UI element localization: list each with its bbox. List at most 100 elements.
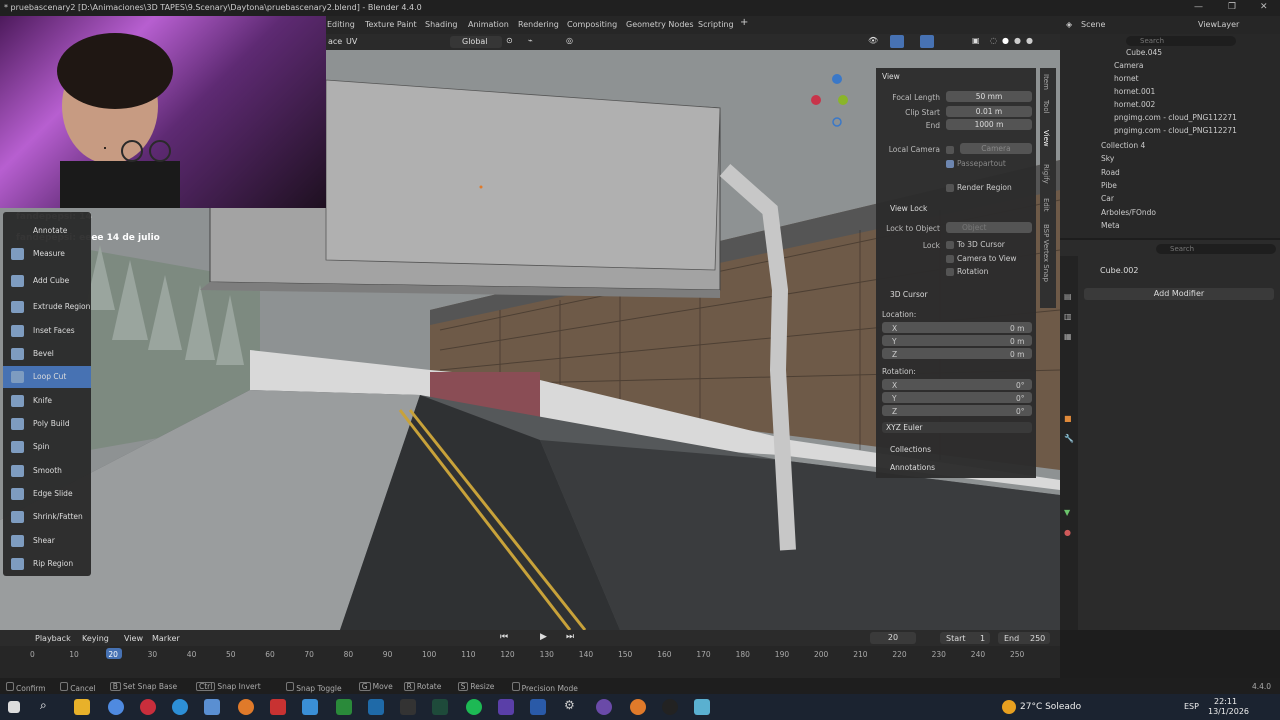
tool-measure[interactable]: Measure bbox=[3, 243, 91, 265]
tool-knife[interactable]: Knife bbox=[3, 390, 91, 412]
close-icon[interactable]: ✕ bbox=[1260, 0, 1268, 15]
tool-poly-build[interactable]: Poly Build bbox=[3, 413, 91, 435]
viewlayer-name[interactable]: ViewLayer bbox=[1198, 20, 1239, 29]
shading-material-icon[interactable]: ● bbox=[1014, 36, 1021, 45]
play-icon[interactable]: ▶ bbox=[540, 632, 547, 642]
snap-icon[interactable]: ⌁ bbox=[528, 36, 533, 45]
weather-text[interactable]: 27°C Soleado bbox=[1020, 702, 1081, 712]
transform-orientation-dropdown[interactable]: Global bbox=[450, 36, 502, 48]
jump-start-icon[interactable]: ⏮ bbox=[500, 632, 508, 642]
blender-active-icon[interactable] bbox=[630, 699, 646, 715]
start-icon[interactable] bbox=[8, 701, 20, 713]
output-props-icon[interactable]: ▦ bbox=[1064, 332, 1072, 341]
lock-object-field[interactable]: Object bbox=[946, 222, 1032, 233]
jump-end-icon[interactable]: ⏭ bbox=[566, 632, 574, 642]
gizmo-toggle-icon[interactable] bbox=[890, 35, 904, 48]
tool-shear[interactable]: Shear bbox=[3, 530, 91, 552]
minimize-icon[interactable]: — bbox=[1194, 0, 1203, 15]
render-props-icon[interactable]: ▥ bbox=[1064, 312, 1072, 321]
tab-edit[interactable]: Edit bbox=[1042, 198, 1050, 212]
tab-editing[interactable]: Editing bbox=[327, 20, 355, 29]
tool-edge-slide[interactable]: Edge Slide bbox=[3, 483, 91, 505]
outliner-row[interactable]: pngimg.com - cloud_PNG112271 bbox=[1060, 124, 1280, 137]
pycharm-icon[interactable] bbox=[336, 699, 352, 715]
tool-loop-cut[interactable]: Loop Cut bbox=[3, 366, 91, 388]
shading-solid-icon[interactable]: ● bbox=[1002, 36, 1009, 45]
playback-menu[interactable]: Playback bbox=[35, 634, 71, 643]
menu-face[interactable]: ace bbox=[328, 37, 342, 46]
tool-extrude-region[interactable]: Extrude Region bbox=[3, 296, 91, 318]
keying-menu[interactable]: Keying bbox=[82, 634, 109, 643]
cursor-rz-field[interactable] bbox=[882, 405, 1032, 416]
tool-props-icon[interactable]: ▤ bbox=[1064, 292, 1072, 301]
overlay-toggle-icon[interactable] bbox=[920, 35, 934, 48]
language-indicator[interactable]: ESP bbox=[1184, 702, 1199, 711]
scene-name[interactable]: Scene bbox=[1081, 20, 1105, 29]
word-icon[interactable] bbox=[530, 699, 546, 715]
panel-view-lock-header[interactable]: View Lock bbox=[890, 204, 927, 213]
app-icon[interactable] bbox=[596, 699, 612, 715]
tab-rendering[interactable]: Rendering bbox=[518, 20, 559, 29]
outliner-row[interactable]: hornet bbox=[1060, 72, 1280, 85]
tab-texture-paint[interactable]: Texture Paint bbox=[365, 20, 417, 29]
panel-collections-header[interactable]: Collections bbox=[890, 445, 931, 454]
app-icon[interactable] bbox=[400, 699, 416, 715]
camera-to-view-checkbox[interactable] bbox=[946, 255, 954, 263]
maximize-icon[interactable]: ❐ bbox=[1228, 0, 1236, 15]
tab-item[interactable]: Item bbox=[1042, 74, 1050, 90]
current-frame-field[interactable]: 20 bbox=[870, 632, 916, 644]
outliner-row[interactable]: pngimg.com - cloud_PNG112271 bbox=[1060, 111, 1280, 124]
app-icon[interactable] bbox=[270, 699, 286, 715]
object-props-icon[interactable]: ■ bbox=[1064, 414, 1072, 423]
outliner-row[interactable]: hornet.002 bbox=[1060, 98, 1280, 111]
edge-icon[interactable] bbox=[172, 699, 188, 715]
timeline-view-menu[interactable]: View bbox=[124, 634, 143, 643]
cursor-rx-field[interactable] bbox=[882, 379, 1032, 390]
tool-bevel[interactable]: Bevel bbox=[3, 343, 91, 365]
tool-inset-faces[interactable]: Inset Faces bbox=[3, 320, 91, 342]
tab-compositing[interactable]: Compositing bbox=[567, 20, 617, 29]
tab-animation[interactable]: Animation bbox=[468, 20, 509, 29]
passepartout-checkbox[interactable] bbox=[946, 160, 954, 168]
rotation-mode-dropdown[interactable]: XYZ Euler bbox=[882, 422, 1032, 433]
tool-annotate[interactable]: Annotate bbox=[3, 220, 91, 242]
outliner-row[interactable]: Meta bbox=[1060, 219, 1280, 232]
cursor-ry-field[interactable] bbox=[882, 392, 1032, 403]
settings-icon[interactable]: ⚙ bbox=[564, 698, 580, 714]
tab-tool[interactable]: Tool bbox=[1042, 100, 1050, 114]
obs-icon[interactable] bbox=[662, 699, 678, 715]
pivot-icon[interactable]: ⊙ bbox=[506, 36, 513, 45]
app-icon[interactable] bbox=[204, 699, 220, 715]
outliner-row[interactable]: Road bbox=[1060, 166, 1280, 179]
properties-search[interactable]: Search bbox=[1156, 244, 1276, 254]
clock-date[interactable]: 13/1/2026 bbox=[1208, 707, 1249, 716]
render-region-checkbox[interactable] bbox=[946, 184, 954, 192]
tab-scripting[interactable]: Scripting bbox=[698, 20, 734, 29]
clip-end-field[interactable]: 1000 m bbox=[946, 119, 1032, 130]
clip-start-field[interactable]: 0.01 m bbox=[946, 106, 1032, 117]
outliner-row[interactable]: Pibe bbox=[1060, 179, 1280, 192]
tab-shading[interactable]: Shading bbox=[425, 20, 458, 29]
add-workspace-icon[interactable]: + bbox=[740, 17, 748, 28]
blender-icon[interactable] bbox=[238, 699, 254, 715]
to-3d-cursor-checkbox[interactable] bbox=[946, 241, 954, 249]
app-icon[interactable] bbox=[694, 699, 710, 715]
shading-wireframe-icon[interactable]: ◌ bbox=[990, 36, 997, 45]
panel-view-header[interactable]: View bbox=[882, 72, 900, 81]
local-camera-checkbox[interactable] bbox=[946, 146, 954, 154]
outliner-row[interactable]: Collection 4 bbox=[1060, 139, 1280, 152]
xray-icon[interactable]: ▣ bbox=[972, 36, 980, 45]
timeline[interactable]: 0 10 20 30 40 50 60 70 80 90 100 110 120 130 140 150 160… bbox=[0, 646, 1060, 678]
add-modifier-button[interactable]: Add Modifier bbox=[1084, 288, 1274, 300]
marker-menu[interactable]: Marker bbox=[152, 634, 180, 643]
tool-add-cube[interactable]: Add Cube bbox=[3, 270, 91, 292]
proportional-edit-icon[interactable]: ◎ bbox=[566, 36, 573, 45]
spotify-icon[interactable] bbox=[466, 699, 482, 715]
app-icon[interactable] bbox=[302, 699, 318, 715]
tab-bsp-vertex-snap[interactable]: BSP Vertex Snap bbox=[1042, 224, 1050, 282]
panel-3d-cursor-header[interactable]: 3D Cursor bbox=[890, 290, 928, 299]
tab-geometry-nodes[interactable]: Geometry Nodes bbox=[626, 20, 693, 29]
tool-smooth[interactable]: Smooth bbox=[3, 460, 91, 482]
after-effects-icon[interactable] bbox=[498, 699, 514, 715]
app-icon[interactable] bbox=[432, 699, 448, 715]
